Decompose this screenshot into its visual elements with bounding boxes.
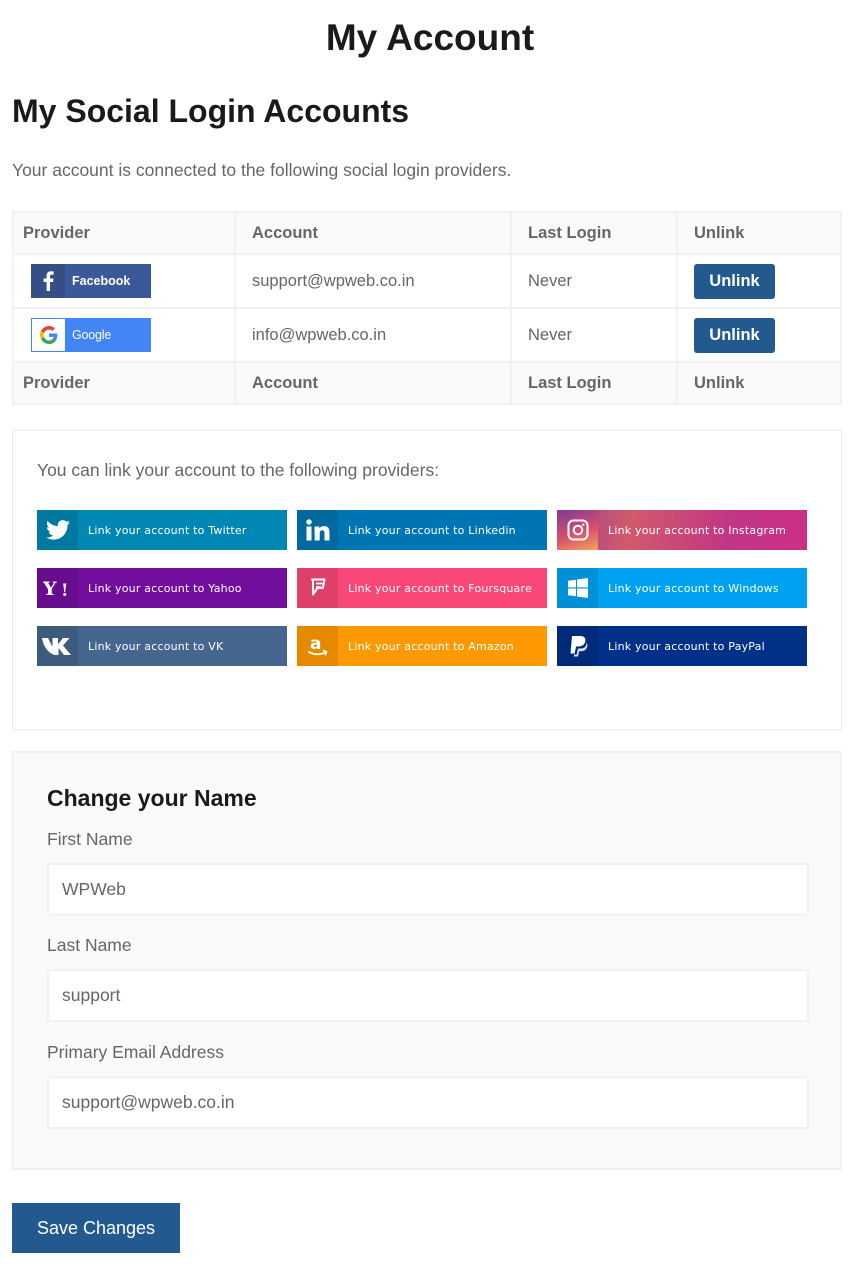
link-button-label: Link your account to PayPal (608, 639, 765, 653)
link-providers-panel: You can link your account to the followi… (12, 430, 842, 730)
link-button-label: Link your account to Amazon (348, 639, 514, 653)
header-last-login: Last Login (510, 211, 678, 255)
provider-name: Google (72, 328, 112, 342)
provider-cell: Facebook (12, 253, 236, 309)
foursquare-icon (297, 568, 338, 608)
linked-accounts-table: Provider Account Last Login Unlink Faceb… (12, 211, 842, 405)
footer-account: Account (234, 361, 512, 405)
link-button-label: Link your account to Foursquare (348, 581, 532, 595)
change-name-panel: Change your Name First Name Last Name Pr… (12, 751, 842, 1170)
provider-cell: Google (12, 307, 236, 363)
first-name-label: First Name (47, 829, 133, 849)
vk-icon (37, 626, 78, 666)
link-providers-intro: You can link your account to the followi… (37, 460, 440, 480)
table-row: Google info@wpweb.co.in Never Unlink (12, 307, 842, 363)
save-changes-button[interactable]: Save Changes (12, 1203, 180, 1253)
table-footer-row: Provider Account Last Login Unlink (12, 361, 842, 405)
last-login-cell: Never (510, 253, 678, 309)
header-provider: Provider (12, 211, 236, 255)
link-paypal-button[interactable]: Link your account to PayPal (557, 626, 807, 666)
account-cell: info@wpweb.co.in (234, 307, 512, 363)
svg-text:!: ! (61, 581, 68, 598)
paypal-icon (557, 626, 598, 666)
link-twitter-button[interactable]: Link your account to Twitter (37, 510, 287, 550)
svg-text:a: a (310, 634, 321, 654)
email-label: Primary Email Address (47, 1042, 224, 1062)
google-provider-badge: Google (31, 318, 151, 352)
first-name-input[interactable] (47, 863, 809, 916)
yahoo-icon: Y! (37, 568, 78, 608)
link-windows-button[interactable]: Link your account to Windows (557, 568, 807, 608)
account-cell: support@wpweb.co.in (234, 253, 512, 309)
link-instagram-button[interactable]: Link your account to Instagram (557, 510, 807, 550)
page-title: My Account (325, 17, 535, 58)
link-button-label: Link your account to Linkedin (348, 523, 516, 537)
link-yahoo-button[interactable]: Y! Link your account to Yahoo (37, 568, 287, 608)
link-button-label: Link your account to VK (88, 639, 224, 653)
linkedin-icon (297, 510, 338, 550)
twitter-icon (37, 510, 78, 550)
connected-intro-text: Your account is connected to the followi… (12, 160, 512, 180)
unlink-cell: Unlink (676, 253, 842, 309)
social-accounts-heading: My Social Login Accounts (12, 93, 410, 129)
link-button-label: Link your account to Yahoo (88, 581, 242, 595)
google-icon (32, 319, 65, 351)
footer-last-login: Last Login (510, 361, 678, 405)
link-vk-button[interactable]: Link your account to VK (37, 626, 287, 666)
svg-text:Y: Y (43, 578, 57, 598)
instagram-icon (557, 510, 598, 550)
provider-name: Facebook (72, 274, 131, 288)
table-header-row: Provider Account Last Login Unlink (12, 211, 842, 255)
windows-icon (557, 568, 598, 608)
header-unlink: Unlink (676, 211, 842, 255)
last-name-input[interactable] (47, 969, 809, 1022)
last-name-label: Last Name (47, 935, 132, 955)
unlink-cell: Unlink (676, 307, 842, 363)
amazon-icon: a (297, 626, 338, 666)
email-input[interactable] (47, 1076, 809, 1129)
unlink-facebook-button[interactable]: Unlink (694, 263, 775, 299)
facebook-icon (31, 264, 65, 298)
change-name-heading: Change your Name (47, 785, 257, 811)
link-button-label: Link your account to Twitter (88, 523, 247, 537)
footer-unlink: Unlink (676, 361, 842, 405)
link-button-label: Link your account to Windows (608, 581, 779, 595)
table-row: Facebook support@wpweb.co.in Never Unlin… (12, 253, 842, 309)
header-account: Account (234, 211, 512, 255)
link-button-label: Link your account to Instagram (608, 523, 787, 537)
link-amazon-button[interactable]: a Link your account to Amazon (297, 626, 547, 666)
link-linkedin-button[interactable]: Link your account to Linkedin (297, 510, 547, 550)
last-login-cell: Never (510, 307, 678, 363)
footer-provider: Provider (12, 361, 236, 405)
link-providers-grid: Link your account to Twitter Link your a… (37, 510, 808, 666)
link-foursquare-button[interactable]: Link your account to Foursquare (297, 568, 547, 608)
facebook-provider-badge: Facebook (31, 264, 151, 298)
unlink-google-button[interactable]: Unlink (694, 317, 775, 353)
